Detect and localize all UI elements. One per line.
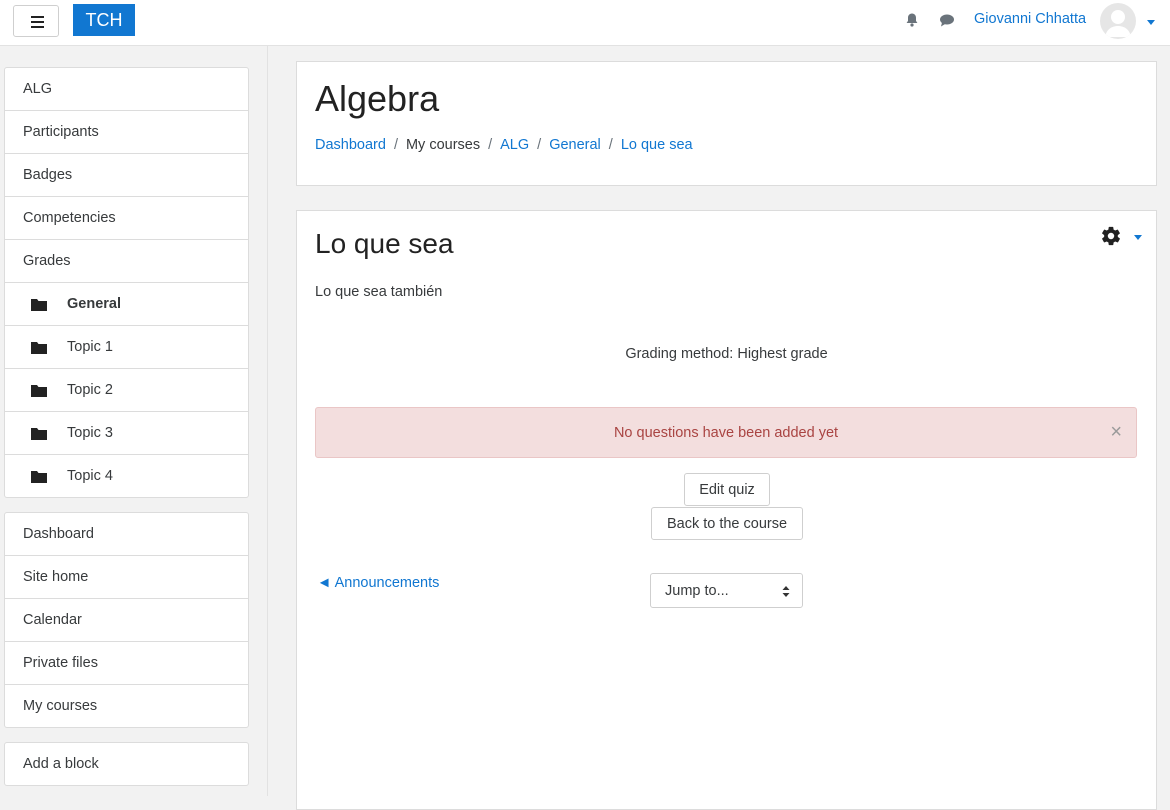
folder-icon <box>31 470 47 483</box>
nav-item-my-courses[interactable]: My courses <box>5 684 248 727</box>
course-nav-list: ALG Participants Badges Competencies Gra… <box>4 67 249 498</box>
alert-message: No questions have been added yet <box>613 424 839 441</box>
gear-icon[interactable] <box>1100 225 1122 247</box>
avatar[interactable] <box>1100 3 1136 39</box>
edit-quiz-button[interactable]: Edit quiz <box>684 473 770 506</box>
breadcrumb: Dashboard / My courses / ALG / General /… <box>315 137 693 153</box>
chat-icon[interactable] <box>939 12 955 28</box>
select-arrows-icon <box>782 586 790 597</box>
top-navbar: TCH Giovanni Chhatta <box>0 0 1170 46</box>
nav-item-section-topic-3[interactable]: Topic 3 <box>5 411 248 454</box>
folder-icon <box>31 341 47 354</box>
folder-icon <box>31 298 47 311</box>
jump-to-select[interactable]: Jump to... <box>650 573 803 608</box>
page-title: Algebra <box>315 78 440 119</box>
menu-icon <box>31 16 44 18</box>
chevron-down-icon[interactable] <box>1134 235 1142 240</box>
page-header-card: Algebra Dashboard / My courses / ALG / G… <box>296 61 1157 186</box>
nav-item-section-topic-2[interactable]: Topic 2 <box>5 368 248 411</box>
nav-item-calendar[interactable]: Calendar <box>5 598 248 641</box>
site-brand[interactable]: TCH <box>73 4 135 36</box>
activity-title: Lo que sea <box>315 228 454 259</box>
breadcrumb-course[interactable]: ALG <box>500 137 529 153</box>
bell-icon[interactable] <box>904 12 920 28</box>
add-block-list: Add a block <box>4 742 249 786</box>
breadcrumb-dashboard[interactable]: Dashboard <box>315 137 386 153</box>
nav-item-competencies[interactable]: Competencies <box>5 196 248 239</box>
site-nav-list: Dashboard Site home Calendar Private fil… <box>4 512 249 728</box>
user-menu-name[interactable]: Giovanni Chhatta <box>974 11 1086 27</box>
add-block-link[interactable]: Add a block <box>5 743 248 785</box>
folder-icon <box>31 384 47 397</box>
grading-method: Grading method: Highest grade <box>625 346 828 362</box>
previous-activity-link[interactable]: ◄ Announcements <box>317 575 439 591</box>
close-icon[interactable]: × <box>1110 422 1122 442</box>
breadcrumb-my-courses: My courses <box>405 137 481 153</box>
menu-toggle-button[interactable] <box>13 5 59 37</box>
nav-item-course[interactable]: ALG <box>5 68 248 110</box>
jump-to-label: Jump to... <box>665 582 729 599</box>
user-avatar-icon <box>1105 10 1131 37</box>
back-to-course-button[interactable]: Back to the course <box>651 507 803 540</box>
nav-item-section-general[interactable]: General <box>5 282 248 325</box>
nav-item-grades[interactable]: Grades <box>5 239 248 282</box>
activity-intro: Lo que sea también <box>315 284 443 300</box>
nav-item-private-files[interactable]: Private files <box>5 641 248 684</box>
breadcrumb-activity[interactable]: Lo que sea <box>621 137 693 153</box>
nav-drawer: ALG Participants Badges Competencies Gra… <box>0 46 268 796</box>
nav-item-dashboard[interactable]: Dashboard <box>5 513 248 555</box>
folder-icon <box>31 427 47 440</box>
no-questions-alert: No questions have been added yet × <box>315 407 1137 458</box>
nav-item-section-topic-4[interactable]: Topic 4 <box>5 454 248 497</box>
nav-item-badges[interactable]: Badges <box>5 153 248 196</box>
breadcrumb-section[interactable]: General <box>549 137 601 153</box>
nav-item-site-home[interactable]: Site home <box>5 555 248 598</box>
nav-item-participants[interactable]: Participants <box>5 110 248 153</box>
chevron-down-icon[interactable] <box>1147 20 1155 25</box>
nav-item-section-topic-1[interactable]: Topic 1 <box>5 325 248 368</box>
main-content-card: Lo que sea Lo que sea también Grading me… <box>296 210 1157 810</box>
